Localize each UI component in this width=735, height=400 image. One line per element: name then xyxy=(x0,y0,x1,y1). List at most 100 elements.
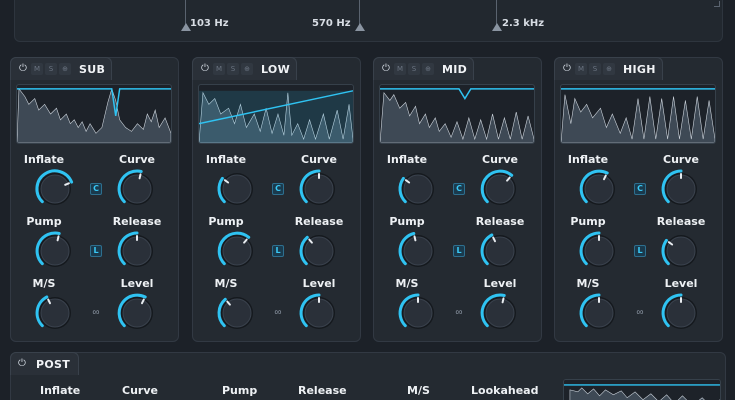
ms-label: M/S xyxy=(32,277,56,290)
curve-mode-badge[interactable]: C xyxy=(453,183,465,195)
post-ms-label: M/S xyxy=(407,384,430,397)
mute-button[interactable]: M xyxy=(31,63,43,75)
post-inflate-label: Inflate xyxy=(40,384,81,397)
inflate-knob[interactable] xyxy=(32,166,78,212)
post-lookahead-label: Lookahead xyxy=(471,384,539,397)
level-label: Level xyxy=(120,277,154,290)
band-tab: ⏻ M S ⊕ HIGH xyxy=(554,57,663,80)
release-label: Release xyxy=(112,215,162,228)
release-knob[interactable] xyxy=(477,228,523,274)
curve-knob[interactable] xyxy=(296,166,342,212)
release-knob[interactable] xyxy=(114,228,160,274)
pump-mode-badge[interactable]: L xyxy=(453,245,465,257)
band-title: SUB xyxy=(79,62,106,76)
band-panel-sub: ⏻ M S ⊕ SUB Inflate Curve C Pump Release L M/S Level… xyxy=(10,57,179,342)
pump-knob[interactable] xyxy=(32,228,78,274)
curve-knob[interactable] xyxy=(477,166,523,212)
band-panel-high: ⏻ M S ⊕ HIGH Inflate Curve C Pump Release L M/S Leve… xyxy=(554,57,723,342)
curve-mode-badge[interactable]: C xyxy=(272,183,284,195)
ms-knob[interactable] xyxy=(214,290,260,336)
crossover-display[interactable]: 103 Hz 570 Hz 2.3 kHz xyxy=(14,0,723,42)
post-pump-label: Pump xyxy=(222,384,258,397)
solo-button[interactable]: S xyxy=(589,63,601,75)
release-label: Release xyxy=(656,215,706,228)
curve-label: Curve xyxy=(301,153,337,166)
level-knob[interactable] xyxy=(114,290,160,336)
curve-label: Curve xyxy=(119,153,155,166)
curve-label: Curve xyxy=(482,153,518,166)
power-icon[interactable]: ⏻ xyxy=(17,63,29,75)
pump-knob[interactable] xyxy=(576,228,622,274)
solo-button[interactable]: S xyxy=(45,63,57,75)
band-waveform-display xyxy=(379,84,535,144)
post-section: ⏻ POST Inflate Curve Pump Release M/S Lo… xyxy=(10,352,726,400)
power-icon[interactable]: ⏻ xyxy=(561,63,573,75)
link-icon[interactable]: ⊕ xyxy=(241,63,253,75)
crossover-freq-2: 570 Hz xyxy=(312,18,351,29)
band-panel-mid: ⏻ M S ⊕ MID Inflate Curve C Pump Release L M/S Level… xyxy=(373,57,542,342)
link-icon[interactable]: ⊕ xyxy=(59,63,71,75)
ms-label: M/S xyxy=(214,277,238,290)
power-icon[interactable]: ⏻ xyxy=(380,63,392,75)
solo-button[interactable]: S xyxy=(227,63,239,75)
band-waveform-display xyxy=(198,84,354,144)
post-release-label: Release xyxy=(298,384,347,397)
mute-button[interactable]: M xyxy=(394,63,406,75)
curve-mode-badge[interactable]: C xyxy=(90,183,102,195)
pump-label: Pump xyxy=(26,215,62,228)
level-label: Level xyxy=(664,277,698,290)
pump-label: Pump xyxy=(570,215,606,228)
curve-knob[interactable] xyxy=(114,166,160,212)
release-label: Release xyxy=(294,215,344,228)
mute-button[interactable]: M xyxy=(575,63,587,75)
ms-knob[interactable] xyxy=(576,290,622,336)
crossover-handle-3[interactable] xyxy=(492,23,502,31)
level-knob[interactable] xyxy=(296,290,342,336)
band-title: MID xyxy=(442,62,468,76)
level-knob[interactable] xyxy=(477,290,523,336)
post-tab: ⏻ POST xyxy=(10,352,80,375)
curve-mode-badge[interactable]: C xyxy=(634,183,646,195)
post-curve-label: Curve xyxy=(122,384,158,397)
ms-link-icon[interactable]: ∞ xyxy=(89,308,103,318)
crossover-freq-3: 2.3 kHz xyxy=(502,18,545,29)
release-label: Release xyxy=(475,215,525,228)
band-title: LOW xyxy=(261,62,291,76)
power-icon[interactable]: ⏻ xyxy=(16,358,28,370)
curve-knob[interactable] xyxy=(658,166,704,212)
link-icon[interactable]: ⊕ xyxy=(603,63,615,75)
level-knob[interactable] xyxy=(658,290,704,336)
pump-label: Pump xyxy=(208,215,244,228)
band-title: HIGH xyxy=(623,62,656,76)
post-title: POST xyxy=(36,357,71,371)
pump-knob[interactable] xyxy=(214,228,260,274)
pump-mode-badge[interactable]: L xyxy=(90,245,102,257)
pump-label: Pump xyxy=(389,215,425,228)
band-tab: ⏻ M S ⊕ MID xyxy=(373,57,475,80)
ms-knob[interactable] xyxy=(395,290,441,336)
inflate-knob[interactable] xyxy=(395,166,441,212)
post-waveform-display xyxy=(563,379,721,400)
ms-link-icon[interactable]: ∞ xyxy=(633,308,647,318)
inflate-knob[interactable] xyxy=(576,166,622,212)
pump-mode-badge[interactable]: L xyxy=(634,245,646,257)
release-knob[interactable] xyxy=(658,228,704,274)
inflate-label: Inflate xyxy=(386,153,428,166)
curve-label: Curve xyxy=(663,153,699,166)
pump-knob[interactable] xyxy=(395,228,441,274)
level-label: Level xyxy=(302,277,336,290)
pump-mode-badge[interactable]: L xyxy=(272,245,284,257)
link-icon[interactable]: ⊕ xyxy=(422,63,434,75)
inflate-knob[interactable] xyxy=(214,166,260,212)
crossover-handle-2[interactable] xyxy=(355,23,365,31)
band-waveform-display xyxy=(560,84,716,144)
inflate-label: Inflate xyxy=(567,153,609,166)
power-icon[interactable]: ⏻ xyxy=(199,63,211,75)
release-knob[interactable] xyxy=(296,228,342,274)
ms-link-icon[interactable]: ∞ xyxy=(452,308,466,318)
ms-knob[interactable] xyxy=(32,290,78,336)
inflate-label: Inflate xyxy=(23,153,65,166)
ms-link-icon[interactable]: ∞ xyxy=(271,308,285,318)
mute-button[interactable]: M xyxy=(213,63,225,75)
solo-button[interactable]: S xyxy=(408,63,420,75)
